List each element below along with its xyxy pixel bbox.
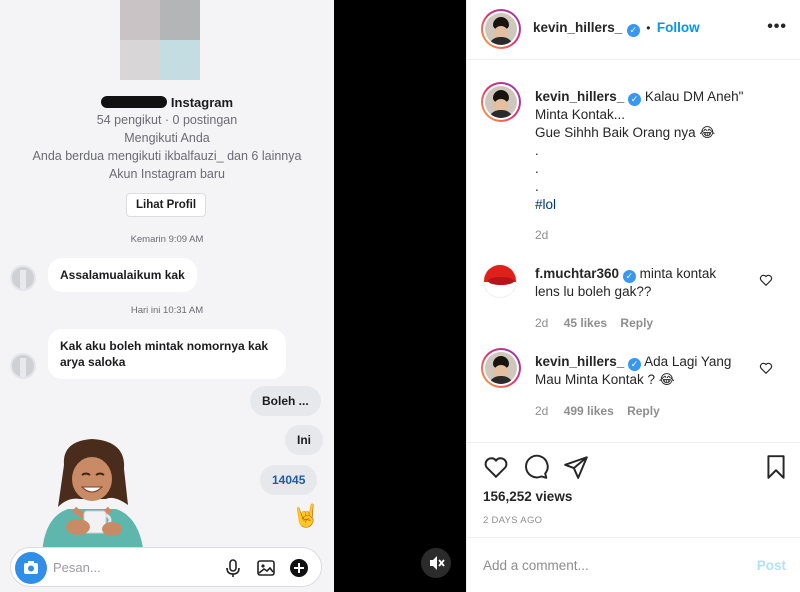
dm-follows-you: Mengikuti Anda bbox=[124, 131, 210, 145]
caption-line: . bbox=[535, 161, 539, 176]
dm-input-placeholder: Pesan... bbox=[53, 560, 101, 575]
more-options-icon[interactable]: ••• bbox=[767, 18, 787, 36]
comment-likes[interactable]: 45 likes bbox=[564, 316, 607, 330]
comment-icon[interactable] bbox=[523, 454, 549, 480]
heart-icon[interactable] bbox=[759, 361, 773, 375]
caption-hashtag[interactable]: #lol bbox=[535, 196, 785, 214]
comment-text: Mau Minta Kontak ? 😂 bbox=[535, 372, 675, 387]
post-comment-button[interactable]: Post bbox=[757, 558, 786, 573]
commenter-avatar[interactable] bbox=[483, 264, 517, 298]
dm-message-outgoing: 14045 bbox=[260, 465, 318, 495]
post-header: kevin_hillers_ ✓ • Follow ••• bbox=[467, 0, 800, 60]
author-username[interactable]: kevin_hillers_ bbox=[533, 20, 622, 35]
dm-message-input: Pesan... bbox=[10, 547, 322, 587]
author-avatar[interactable] bbox=[481, 9, 521, 49]
dm-screenshot: Instagram 54 pengikut · 0 postingan Meng… bbox=[0, 0, 334, 592]
comment-age: 2d bbox=[535, 316, 549, 330]
comment-username[interactable]: kevin_hillers_ bbox=[535, 354, 624, 369]
dm-profile-stats: 54 pengikut · 0 postingan bbox=[96, 113, 238, 127]
comment-likes[interactable]: 499 likes bbox=[564, 404, 614, 418]
speaker-muted-icon bbox=[430, 556, 445, 570]
dm-message-incoming: Assalamualaikum kak bbox=[48, 258, 197, 292]
microphone-icon bbox=[226, 559, 240, 577]
bookmark-icon[interactable] bbox=[763, 454, 789, 480]
caption-author-avatar[interactable] bbox=[481, 82, 521, 122]
view-count[interactable]: 156,252 views bbox=[483, 489, 572, 504]
image-icon bbox=[257, 560, 275, 576]
dm-message-outgoing: Ini bbox=[285, 425, 323, 455]
comment-text: Ada Lagi Yang bbox=[644, 354, 732, 369]
caption-username[interactable]: kevin_hillers_ bbox=[535, 89, 624, 104]
caption-line: Gue Sihhh Baik Orang nya 😂 bbox=[535, 125, 716, 140]
dm-mutuals: Anda berdua mengikuti ikbalfauzi_ dan 6 … bbox=[32, 149, 302, 163]
plus-circle-icon bbox=[290, 559, 308, 577]
heart-icon[interactable] bbox=[483, 454, 509, 480]
verified-icon: ✓ bbox=[628, 358, 642, 371]
heart-icon[interactable] bbox=[759, 273, 773, 287]
header-separator: • bbox=[646, 21, 651, 35]
author-info: kevin_hillers_ ✓ • Follow bbox=[533, 19, 700, 37]
comment: kevin_hillers_ ✓ Ada Lagi Yang Mau Minta… bbox=[535, 353, 755, 389]
reply-button[interactable]: Reply bbox=[620, 316, 653, 330]
verified-icon: ✓ bbox=[628, 93, 642, 106]
dm-sender-avatar bbox=[10, 265, 36, 291]
add-comment-input[interactable]: Add a comment... bbox=[483, 558, 589, 573]
caption: kevin_hillers_ ✓ Kalau DM Aneh" Minta Ko… bbox=[535, 88, 785, 214]
redacted-username bbox=[100, 96, 167, 108]
commenter-avatar[interactable] bbox=[481, 348, 521, 388]
laughing-woman-sticker bbox=[42, 439, 144, 555]
caption-age: 2d bbox=[535, 228, 549, 242]
comment-meta: 2d 499 likes Reply bbox=[535, 404, 660, 418]
dm-profile-name: Instagram bbox=[0, 95, 334, 110]
dm-message-incoming: Kak aku boleh mintak nomornya kak arya s… bbox=[48, 329, 286, 379]
caption-line: Kalau DM Aneh" bbox=[644, 89, 744, 104]
divider bbox=[467, 537, 800, 538]
view-profile-button: Lihat Profil bbox=[126, 193, 206, 217]
follow-button[interactable]: Follow bbox=[657, 20, 700, 35]
post-side-panel: kevin_hillers_ ✓ • Follow ••• kevin_hill… bbox=[466, 0, 800, 592]
caption-line: Minta Kontak... bbox=[535, 107, 626, 122]
post-media[interactable]: Instagram 54 pengikut · 0 postingan Meng… bbox=[0, 0, 466, 592]
comment-text: lens lu boleh gak?? bbox=[535, 284, 652, 299]
dm-message-outgoing: Boleh ... bbox=[250, 386, 321, 416]
dm-new-account: Akun Instagram baru bbox=[108, 167, 226, 181]
comment-age: 2d bbox=[535, 404, 549, 418]
dm-timestamp: Hari ini 10:31 AM bbox=[130, 305, 204, 316]
blurred-profile-picture bbox=[120, 0, 200, 80]
dm-sender-avatar bbox=[10, 353, 36, 379]
reply-button[interactable]: Reply bbox=[627, 404, 660, 418]
comment-meta: 2d 45 likes Reply bbox=[535, 316, 653, 330]
mute-button[interactable] bbox=[421, 548, 451, 578]
comment: f.muchtar360 ✓ minta kontak lens lu bole… bbox=[535, 265, 755, 301]
caption-line: . bbox=[535, 143, 539, 158]
verified-icon: ✓ bbox=[622, 270, 636, 283]
dm-emoji-reply: 🤘 bbox=[292, 503, 320, 528]
caption-line: . bbox=[535, 179, 539, 194]
comment-text: minta kontak bbox=[639, 266, 717, 281]
divider bbox=[467, 442, 800, 443]
post-date: 2 DAYS AGO bbox=[483, 515, 543, 526]
camera-icon bbox=[15, 552, 47, 584]
verified-icon: ✓ bbox=[626, 24, 640, 37]
dm-timestamp: Kemarin 9:09 AM bbox=[130, 234, 204, 245]
comment-username[interactable]: f.muchtar360 bbox=[535, 266, 619, 281]
paper-plane-icon[interactable] bbox=[563, 454, 589, 480]
